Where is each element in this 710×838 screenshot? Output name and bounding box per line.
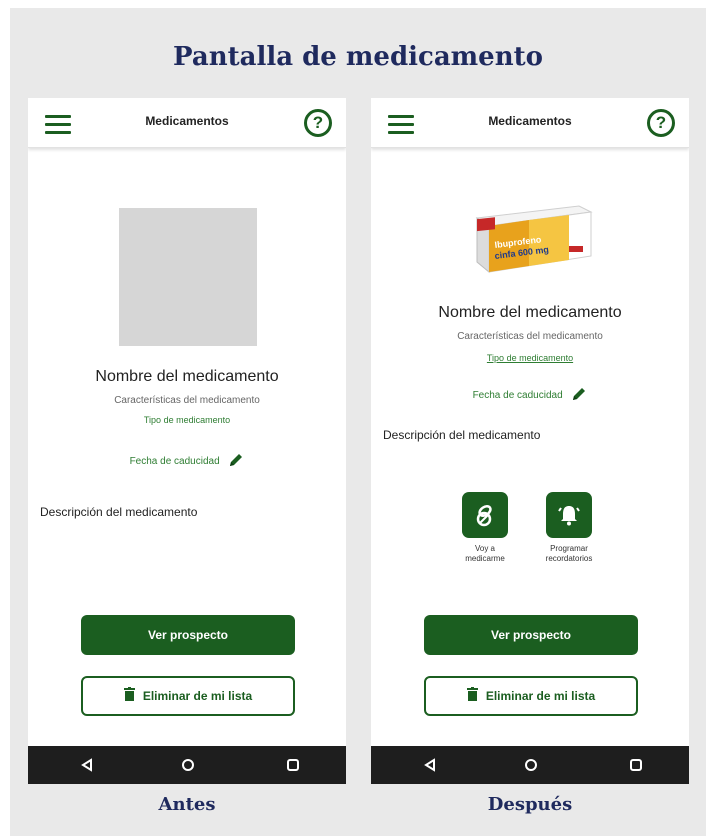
help-icon[interactable]: ? [647, 109, 675, 137]
medication-name: Nombre del medicamento [438, 304, 622, 321]
caption-before: Antes [158, 794, 216, 815]
expiry-row[interactable]: Fecha de caducidad [371, 386, 689, 405]
home-icon[interactable] [524, 758, 538, 777]
app-bar-title: Medicamentos [145, 114, 229, 128]
app-bar-title: Medicamentos [488, 114, 572, 128]
view-leaflet-button[interactable]: Ver prospecto [424, 615, 638, 655]
bell-icon [546, 492, 592, 538]
medication-description: Descripción del medicamento [383, 428, 541, 442]
phone-after: Medicamentos ? Ibuprofeno cinfa 600 mg N… [371, 98, 689, 784]
pills-icon [462, 492, 508, 538]
app-bar: Medicamentos ? [371, 98, 689, 148]
take-medication-action[interactable]: Voy a medicarme [455, 492, 515, 564]
caption-after: Después [487, 794, 573, 815]
take-medication-label: Voy a medicarme [465, 544, 505, 563]
recents-icon[interactable] [629, 758, 643, 777]
schedule-reminders-action[interactable]: Programar recordatorios [539, 492, 599, 564]
remove-from-list-button[interactable]: Eliminar de mi lista [424, 676, 638, 716]
trash-icon [123, 679, 135, 715]
view-leaflet-button[interactable]: Ver prospecto [81, 615, 295, 655]
medication-type: Tipo de medicamento [143, 415, 231, 425]
pencil-icon[interactable] [571, 386, 587, 405]
back-icon[interactable] [80, 758, 94, 777]
medication-characteristics: Características del medicamento [457, 331, 603, 342]
trash-icon [466, 679, 478, 715]
remove-label: Eliminar de mi lista [485, 689, 596, 703]
medication-type[interactable]: Tipo de medicamento [371, 353, 689, 363]
page-title: Pantalla de medicamento [173, 42, 543, 72]
system-nav-bar [28, 746, 346, 784]
remove-from-list-button[interactable]: Eliminar de mi lista [81, 676, 295, 716]
schedule-reminders-label: Programar recordatorios [545, 544, 593, 563]
medication-description: Descripción del medicamento [40, 505, 198, 519]
back-icon[interactable] [423, 758, 437, 777]
pencil-icon[interactable] [228, 452, 244, 471]
home-icon[interactable] [181, 758, 195, 777]
system-nav-bar [371, 746, 689, 784]
expiry-label: Fecha de caducidad [129, 456, 220, 468]
remove-label: Eliminar de mi lista [142, 689, 253, 703]
app-bar: Medicamentos ? [28, 98, 346, 148]
expiry-row[interactable]: Fecha de caducidad [28, 452, 346, 471]
help-icon[interactable]: ? [304, 109, 332, 137]
recents-icon[interactable] [286, 758, 300, 777]
phone-before: Medicamentos ? Nombre del medicamento Ca… [28, 98, 346, 784]
expiry-label: Fecha de caducidad [472, 390, 563, 402]
medication-image-placeholder [119, 208, 257, 346]
medication-box-image: Ibuprofeno cinfa 600 mg [469, 198, 595, 278]
medication-name: Nombre del medicamento [95, 368, 279, 385]
comparison-frame: Pantalla de medicamento Medicamentos ? N… [10, 8, 706, 836]
medication-characteristics: Características del medicamento [114, 395, 260, 406]
